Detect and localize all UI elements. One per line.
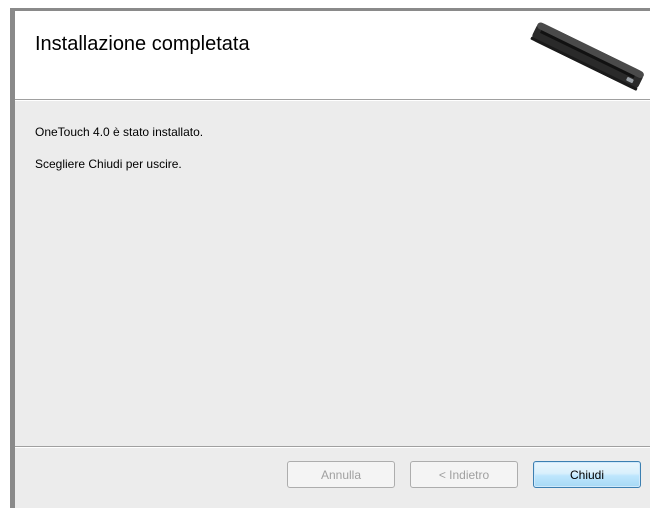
install-complete-message: OneTouch 4.0 è stato installato. (35, 125, 204, 139)
footer-divider-highlight (15, 447, 650, 448)
page-title: Installazione completata (35, 33, 250, 55)
scanner-icon (530, 22, 644, 91)
close-button[interactable]: Chiudi (533, 461, 641, 488)
exit-instruction-message: Scegliere Chiudi per uscire. (35, 157, 182, 171)
cancel-button[interactable]: Annulla (287, 461, 395, 488)
back-button[interactable]: < Indietro (410, 461, 518, 488)
dialog-header: Installazione completata (15, 11, 650, 99)
installer-dialog: Installazione completata OneTouch 4.0 è … (0, 0, 650, 508)
